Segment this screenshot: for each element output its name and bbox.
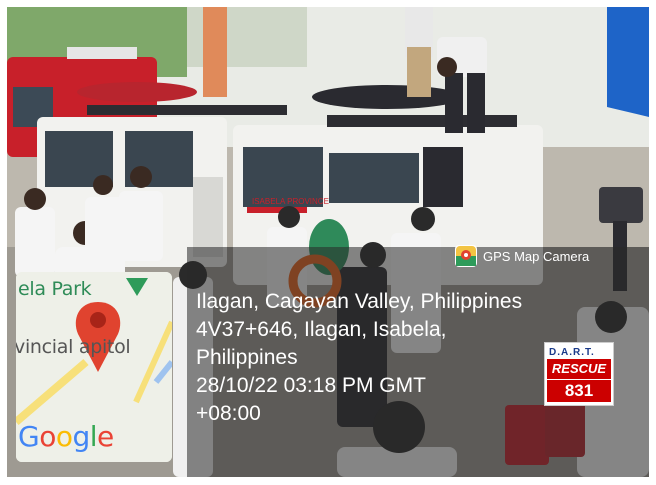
- location-info: Ilagan, Cagayan Valley, Philippines 4V37…: [196, 288, 522, 428]
- location-line: 4V37+646, Ilagan, Isabela,: [196, 318, 447, 341]
- map-thumbnail: ela Park vincial apitol Google: [16, 272, 172, 462]
- timestamp-line: 28/10/22 03:18 PM GMT: [196, 374, 426, 397]
- location-line: Ilagan, Cagayan Valley, Philippines: [196, 290, 523, 313]
- van-side-text: ISABELA PROVINCE: [252, 197, 329, 206]
- map-label-capitol: vincial apitol: [16, 336, 131, 358]
- gps-map-camera-icon: [455, 245, 477, 267]
- map-label-park: ela Park: [18, 278, 92, 300]
- gps-map-camera-header: GPS Map Camera: [455, 243, 589, 269]
- google-logo: Google: [18, 420, 114, 453]
- badge-rescue-text: RESCUE: [547, 359, 611, 379]
- app-name: GPS Map Camera: [483, 248, 590, 264]
- badge-number: 831: [547, 380, 611, 402]
- badge-top-text: D.A.R.T.: [549, 347, 595, 358]
- timezone-line: +08:00: [196, 402, 261, 425]
- dart-rescue-badge: D.A.R.T. RESCUE 831: [544, 342, 614, 406]
- location-line: Philippines: [196, 346, 298, 369]
